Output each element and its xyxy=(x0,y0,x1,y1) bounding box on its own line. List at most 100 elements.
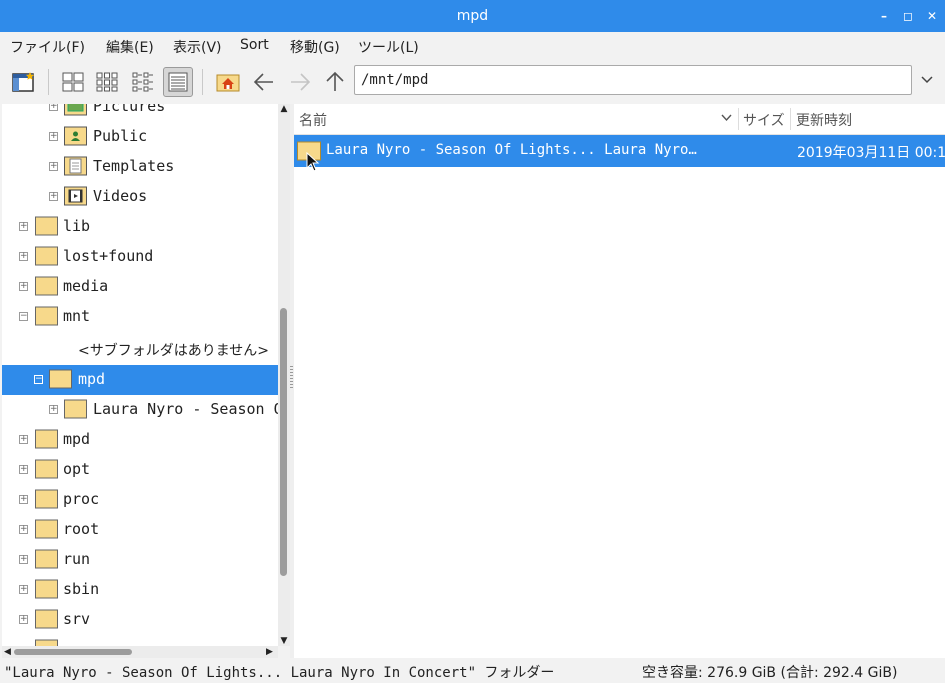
expand-toggle[interactable]: + xyxy=(19,555,28,564)
tree-item[interactable]: − mnt xyxy=(2,302,278,332)
folder-icon xyxy=(35,549,58,569)
scrollbar-thumb[interactable] xyxy=(14,649,132,655)
expand-toggle[interactable]: + xyxy=(49,162,58,171)
tree-item[interactable]: + run xyxy=(2,545,278,575)
tree-item[interactable]: + lib xyxy=(2,212,278,242)
expand-toggle[interactable]: + xyxy=(19,585,28,594)
folder-icon xyxy=(35,306,58,326)
path-dropdown-button[interactable] xyxy=(912,65,942,95)
tree-item[interactable]: + root xyxy=(2,515,278,545)
expand-toggle[interactable]: + xyxy=(49,132,58,141)
tree-item-label: media xyxy=(63,277,109,295)
expand-toggle[interactable]: + xyxy=(19,252,28,261)
thumbnail-view-button[interactable] xyxy=(92,67,122,97)
tree-item[interactable]: + Pictures xyxy=(2,104,278,122)
column-size[interactable]: サイズ xyxy=(743,110,785,130)
tree-item[interactable]: + Public xyxy=(2,122,278,152)
minimize-button[interactable]: – xyxy=(876,8,892,24)
splitter-grip-icon[interactable] xyxy=(290,366,293,390)
tree-item-partial[interactable] xyxy=(2,635,278,646)
tree-item[interactable]: + Templates xyxy=(2,152,278,182)
back-arrow-icon xyxy=(253,73,273,91)
tree-item[interactable]: + media xyxy=(2,272,278,302)
folder-tree[interactable]: + Pictures + Public + Templates + Videos… xyxy=(2,104,278,646)
tree-item-label: lib xyxy=(63,217,91,235)
new-window-button[interactable] xyxy=(9,67,39,97)
menu-file[interactable]: ファイル(F) xyxy=(10,37,85,57)
menu-view[interactable]: 表示(V) xyxy=(173,37,222,57)
tree-item[interactable]: + srv xyxy=(2,605,278,635)
up-button[interactable] xyxy=(320,67,350,97)
expand-toggle[interactable]: + xyxy=(19,465,28,474)
expand-toggle[interactable]: + xyxy=(49,192,58,201)
collapse-toggle[interactable]: − xyxy=(34,375,43,384)
tree-item-label: srv xyxy=(63,610,91,628)
folder-icon xyxy=(35,276,58,296)
folder-icon xyxy=(35,459,58,479)
videos-folder-icon xyxy=(64,186,87,206)
path-input[interactable]: /mnt/mpd xyxy=(354,65,912,95)
expand-toggle[interactable]: + xyxy=(19,435,28,444)
collapse-toggle[interactable]: − xyxy=(19,312,28,321)
scroll-right-icon[interactable]: ▶ xyxy=(266,646,273,658)
expand-toggle[interactable]: + xyxy=(19,525,28,534)
expand-toggle[interactable]: + xyxy=(19,495,28,504)
home-icon xyxy=(216,74,240,92)
menu-edit[interactable]: 編集(E) xyxy=(106,37,154,57)
scroll-up-icon[interactable]: ▲ xyxy=(279,104,289,114)
scroll-down-icon[interactable]: ▼ xyxy=(279,636,289,646)
expand-toggle[interactable]: + xyxy=(49,405,58,414)
forward-button[interactable] xyxy=(285,67,315,97)
tree-item[interactable]: + Videos xyxy=(2,182,278,212)
tree-item[interactable]: + proc xyxy=(2,485,278,515)
expand-toggle[interactable]: + xyxy=(19,615,28,624)
back-button[interactable] xyxy=(249,67,279,97)
status-bar: "Laura Nyro - Season Of Lights... Laura … xyxy=(0,658,945,683)
column-modified[interactable]: 更新時刻 xyxy=(796,110,852,130)
icon-view-button[interactable] xyxy=(58,67,88,97)
tree-item-selected[interactable]: − mpd xyxy=(2,365,278,395)
tree-item[interactable]: + mpd xyxy=(2,425,278,455)
compact-view-button[interactable] xyxy=(128,67,158,97)
folder-icon xyxy=(64,399,87,419)
tree-item-label: Public xyxy=(93,127,148,145)
list-item[interactable]: Laura Nyro - Season Of Lights... Laura N… xyxy=(294,135,945,167)
window-title: mpd xyxy=(456,8,489,24)
scrollbar-thumb[interactable] xyxy=(280,308,287,576)
tree-item-label: mnt xyxy=(63,307,91,325)
tree-item[interactable]: + sbin xyxy=(2,575,278,605)
forward-arrow-icon xyxy=(291,73,311,91)
tree-item[interactable]: + Laura Nyro - Season Of Lights... Laura… xyxy=(2,395,278,425)
file-modified: 2019年03月11日 00:12 xyxy=(797,145,945,161)
icon-view-icon xyxy=(62,72,84,92)
sort-descending-icon xyxy=(721,114,732,122)
tree-horizontal-scrollbar[interactable]: ◀ ▶ xyxy=(2,646,278,658)
tree-item[interactable]: + opt xyxy=(2,455,278,485)
file-name: Laura Nyro - Season Of Lights... Laura N… xyxy=(326,142,697,158)
menu-tools[interactable]: ツール(L) xyxy=(358,37,419,57)
column-name[interactable]: 名前 xyxy=(299,110,327,130)
folder-icon xyxy=(49,369,72,389)
tree-item-label: proc xyxy=(63,490,100,508)
menu-bar: ファイル(F) 編集(E) 表示(V) Sort 移動(G) ツール(L) xyxy=(0,32,945,60)
close-button[interactable]: ✕ xyxy=(924,8,940,24)
templates-folder-icon xyxy=(64,156,87,176)
maximize-button[interactable]: ◻ xyxy=(900,8,916,24)
expand-toggle[interactable]: + xyxy=(19,282,28,291)
tree-item-label: Videos xyxy=(93,187,148,205)
expand-toggle[interactable]: + xyxy=(19,222,28,231)
home-button[interactable] xyxy=(213,67,243,97)
menu-sort[interactable]: Sort xyxy=(240,37,269,53)
tree-vertical-scrollbar[interactable]: ▲ ▼ xyxy=(278,104,290,646)
detail-view-button[interactable] xyxy=(163,67,193,97)
tree-item[interactable]: + lost+found xyxy=(2,242,278,272)
tree-item-label: run xyxy=(63,550,91,568)
file-list[interactable]: 名前 サイズ 更新時刻 Laura Nyro - Season Of Light… xyxy=(294,104,945,658)
expand-toggle[interactable]: + xyxy=(49,104,58,111)
up-arrow-icon xyxy=(326,71,344,91)
list-header: 名前 サイズ 更新時刻 xyxy=(294,104,945,135)
new-window-icon xyxy=(12,72,34,92)
menu-go[interactable]: 移動(G) xyxy=(290,37,340,57)
scroll-left-icon[interactable]: ◀ xyxy=(4,646,11,658)
folder-icon xyxy=(35,579,58,599)
